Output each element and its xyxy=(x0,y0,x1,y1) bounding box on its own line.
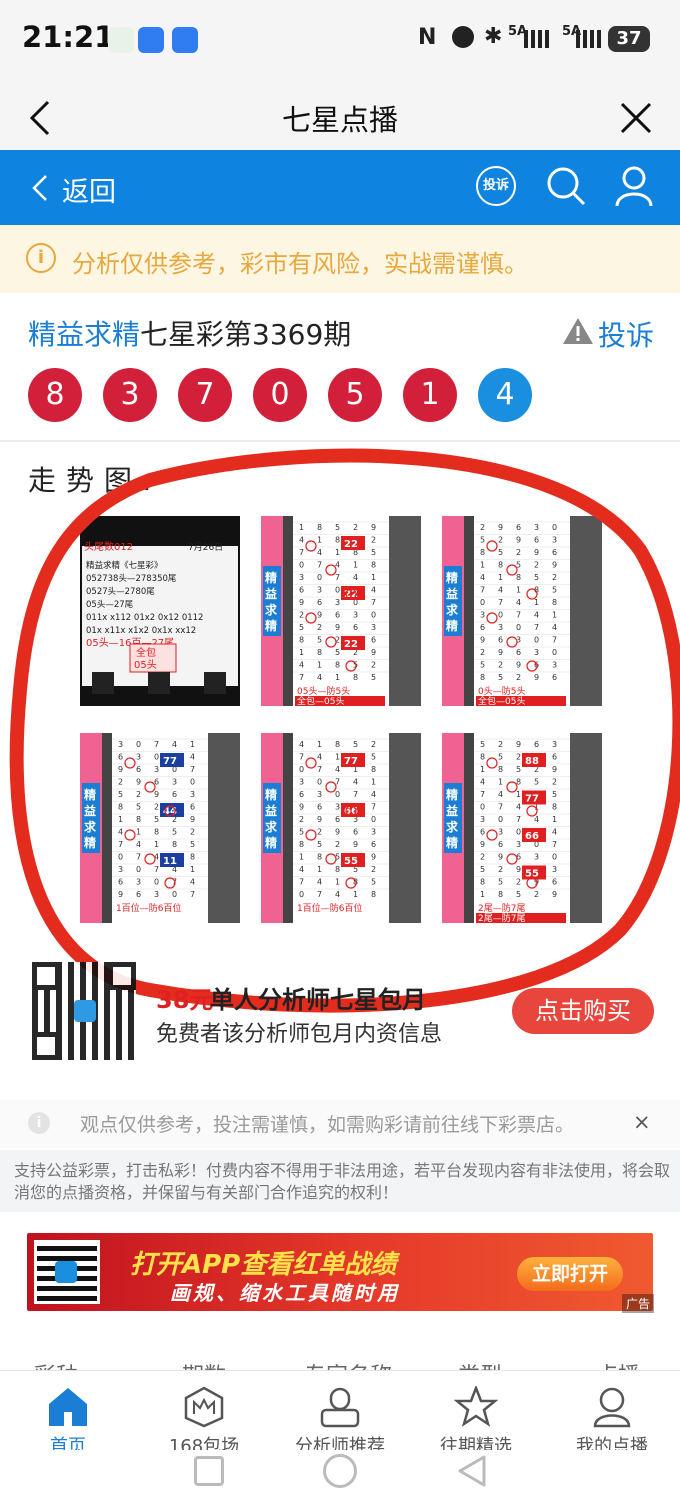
app-notification-icon xyxy=(108,27,134,53)
star-icon[interactable] xyxy=(453,1384,499,1428)
result-ball: 0 xyxy=(253,368,307,422)
promo-subtitle: 免费者该分析师包月内资信息 xyxy=(156,1022,443,1047)
brand-name[interactable]: 精益求精 xyxy=(28,318,140,351)
page-title: 七星点播 xyxy=(281,103,398,137)
result-ball: 8 xyxy=(28,368,82,422)
risk-notice-text: 分析仅供参考，彩市有风险，实战需谨慎。 xyxy=(72,250,528,278)
upload-icon xyxy=(172,27,198,53)
tip-text: 观点仅供参考，投注需谨慎，如需购彩请前往线下彩票店。 xyxy=(80,1114,575,1136)
search-icon[interactable] xyxy=(544,164,588,208)
qr-code-icon xyxy=(32,962,136,1060)
col-order: 点播 xyxy=(596,1358,640,1370)
back-chevron-icon[interactable] xyxy=(28,173,54,203)
buy-button[interactable]: 点击购买 xyxy=(512,988,654,1034)
banner-open-button[interactable]: 立即打开 xyxy=(517,1257,623,1291)
signal-1-icon xyxy=(524,30,552,48)
banner-subtitle: 画规、缩水工具随时用 xyxy=(170,1281,400,1305)
result-ball: 5 xyxy=(328,368,382,422)
tip-info-icon: i xyxy=(28,1112,50,1134)
result-ball: 3 xyxy=(103,368,157,422)
back-system-icon[interactable] xyxy=(456,1454,488,1488)
home-icon[interactable] xyxy=(46,1386,90,1428)
dnd-icon xyxy=(452,26,474,48)
analyst-icon[interactable] xyxy=(318,1386,362,1428)
banner-title: 打开APP查看红单战绩 xyxy=(130,1250,397,1280)
issue-name: 七星彩第3369期 xyxy=(140,318,352,351)
warning-icon[interactable] xyxy=(562,316,594,346)
info-icon: i xyxy=(26,243,56,273)
nfc-icon: N xyxy=(418,25,437,50)
report-icon[interactable]: 投诉 xyxy=(476,166,516,206)
promo-price: 38元 xyxy=(156,986,214,1014)
my-order-icon[interactable] xyxy=(590,1386,634,1428)
issue-title: 精益求精七星彩第3369期 xyxy=(28,313,351,353)
result-ball: 1 xyxy=(403,368,457,422)
disclaimer-text: 支持公益彩票，打击私彩！付费内容不得用于非法用途，若平台发现内容有非法使用，将会… xyxy=(14,1161,671,1202)
bluetooth-icon: ✱ xyxy=(484,24,503,49)
battery-icon: 37 xyxy=(608,26,650,52)
promo-title: 单人分析师七星包月 xyxy=(210,986,426,1014)
col-lottery: 彩种 xyxy=(34,1358,78,1370)
col-expert: 专家名称 xyxy=(304,1358,392,1370)
status-time: 21:21 xyxy=(22,20,115,54)
signal-2-icon xyxy=(576,30,602,48)
tip-close-button[interactable]: × xyxy=(633,1110,651,1134)
weather-icon xyxy=(138,27,164,53)
user-icon[interactable] xyxy=(612,164,656,208)
table-header: 彩种 期数 专家名称 类型 点播 xyxy=(0,1340,680,1370)
crown-icon[interactable] xyxy=(182,1386,226,1428)
close-icon[interactable] xyxy=(616,98,656,138)
banner-qr-icon xyxy=(34,1240,100,1304)
ad-badge: 广告 xyxy=(622,1294,655,1313)
home-system-icon[interactable] xyxy=(323,1454,357,1488)
recents-icon[interactable] xyxy=(194,1456,224,1486)
col-period: 期数 xyxy=(182,1358,226,1370)
result-ball: 7 xyxy=(178,368,232,422)
back-button[interactable]: 返回 xyxy=(62,170,116,209)
annotation-circle xyxy=(9,448,680,1013)
report-button[interactable]: 投诉 xyxy=(598,314,654,354)
col-type: 类型 xyxy=(458,1358,502,1370)
result-ball: 4 xyxy=(478,368,532,422)
